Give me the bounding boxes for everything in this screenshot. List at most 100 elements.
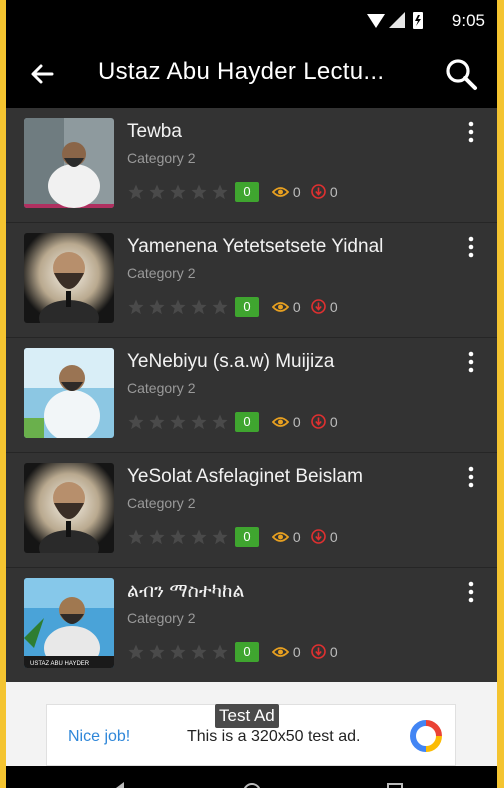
downloads-value: 0 (329, 299, 338, 315)
star-icon (191, 529, 207, 545)
views-count: 0 (271, 529, 301, 545)
lecture-title: YeSolat Asfelaginet Beislam (127, 466, 363, 487)
ad-nice-text: Nice job! (68, 728, 131, 745)
download-icon (311, 184, 326, 199)
count-badge: 0 (235, 182, 259, 202)
lecture-title: Tewba (127, 121, 182, 142)
status-bar: 9:05 (6, 0, 497, 40)
views-count: 0 (271, 414, 301, 430)
star-icon (149, 644, 165, 660)
star-icon (128, 414, 144, 430)
count-badge: 0 (235, 527, 259, 547)
views-value: 0 (292, 184, 301, 200)
back-arrow-icon[interactable] (26, 58, 58, 90)
rating-stars (127, 413, 232, 431)
lecture-thumbnail (24, 463, 114, 553)
lecture-thumbnail (24, 348, 114, 438)
test-ad-label: Test Ad (215, 704, 279, 728)
star-icon (170, 299, 186, 315)
more-vert-icon[interactable] (461, 465, 481, 489)
eye-icon (271, 647, 290, 657)
lecture-title: YeNebiyu (s.a.w) Muijiza (127, 351, 335, 372)
downloads-count: 0 (311, 184, 338, 200)
search-icon[interactable] (443, 56, 479, 92)
more-vert-icon[interactable] (461, 120, 481, 144)
eye-icon (271, 187, 290, 197)
more-vert-icon[interactable] (461, 580, 481, 604)
lecture-category: Category 2 (127, 150, 196, 166)
star-icon (128, 184, 144, 200)
more-vert-icon[interactable] (461, 235, 481, 259)
eye-icon (271, 417, 290, 427)
lecture-list: Tewba Category 2 0 0 0 Yamenena Yetetset… (6, 108, 497, 683)
download-icon (311, 299, 326, 314)
rating-stars (127, 298, 232, 316)
eye-icon (271, 532, 290, 542)
lecture-title: ልብን ማስተካከል (127, 581, 245, 602)
count-badge: 0 (235, 412, 259, 432)
list-item[interactable]: USTAZ ABU HAYDER ልብን ማስተካከል Category 2 0… (6, 568, 497, 683)
app-bar: Ustaz Abu Hayder Lectu... (6, 40, 497, 108)
lecture-category: Category 2 (127, 265, 196, 281)
star-icon (191, 414, 207, 430)
download-icon (311, 414, 326, 429)
star-icon (191, 644, 207, 660)
star-icon (170, 644, 186, 660)
views-value: 0 (292, 299, 301, 315)
svg-text:USTAZ ABU HAYDER: USTAZ ABU HAYDER (30, 661, 90, 667)
downloads-value: 0 (329, 184, 338, 200)
star-icon (170, 529, 186, 545)
downloads-count: 0 (311, 529, 338, 545)
download-icon (311, 644, 326, 659)
star-icon (212, 529, 228, 545)
views-count: 0 (271, 299, 301, 315)
list-item[interactable]: YeSolat Asfelaginet Beislam Category 2 0… (6, 453, 497, 568)
views-value: 0 (292, 529, 301, 545)
star-icon (170, 414, 186, 430)
ad-body-text: This is a 320x50 test ad. (187, 728, 361, 745)
lecture-category: Category 2 (127, 495, 196, 511)
views-value: 0 (292, 644, 301, 660)
system-nav-bar (6, 766, 497, 788)
list-item[interactable]: YeNebiyu (s.a.w) Muijiza Category 2 0 0 … (6, 338, 497, 453)
ad-area: Test Ad Nice job! This is a 320x50 test … (6, 682, 497, 766)
nav-buttons-icon (116, 782, 403, 788)
star-icon (149, 299, 165, 315)
rating-stars (127, 643, 232, 661)
page-title: Ustaz Abu Hayder Lectu... (98, 58, 385, 85)
views-count: 0 (271, 644, 301, 660)
downloads-count: 0 (311, 414, 338, 430)
star-icon (170, 184, 186, 200)
count-badge: 0 (235, 642, 259, 662)
download-icon (311, 529, 326, 544)
star-icon (128, 299, 144, 315)
count-badge: 0 (235, 297, 259, 317)
star-icon (212, 644, 228, 660)
eye-icon (271, 302, 290, 312)
star-icon (191, 184, 207, 200)
list-item[interactable]: Tewba Category 2 0 0 0 (6, 108, 497, 223)
lecture-thumbnail: USTAZ ABU HAYDER (24, 578, 114, 668)
status-time: 9:05 (451, 11, 485, 30)
star-icon (149, 529, 165, 545)
downloads-count: 0 (311, 299, 338, 315)
list-item[interactable]: Yamenena Yetetsetsete Yidnal Category 2 … (6, 223, 497, 338)
star-icon (128, 644, 144, 660)
star-icon (149, 184, 165, 200)
views-value: 0 (292, 414, 301, 430)
star-icon (149, 414, 165, 430)
more-vert-icon[interactable] (461, 350, 481, 374)
star-icon (212, 184, 228, 200)
lecture-thumbnail (24, 118, 114, 208)
lecture-category: Category 2 (127, 610, 196, 626)
app-frame: 9:05 Ustaz Abu Hayder Lectu... Tewba Cat… (6, 0, 497, 788)
ad-logo-icon (409, 720, 442, 752)
star-icon (128, 529, 144, 545)
views-count: 0 (271, 184, 301, 200)
downloads-value: 0 (329, 644, 338, 660)
star-icon (212, 414, 228, 430)
downloads-count: 0 (311, 644, 338, 660)
downloads-value: 0 (329, 529, 338, 545)
lecture-thumbnail (24, 233, 114, 323)
star-icon (191, 299, 207, 315)
